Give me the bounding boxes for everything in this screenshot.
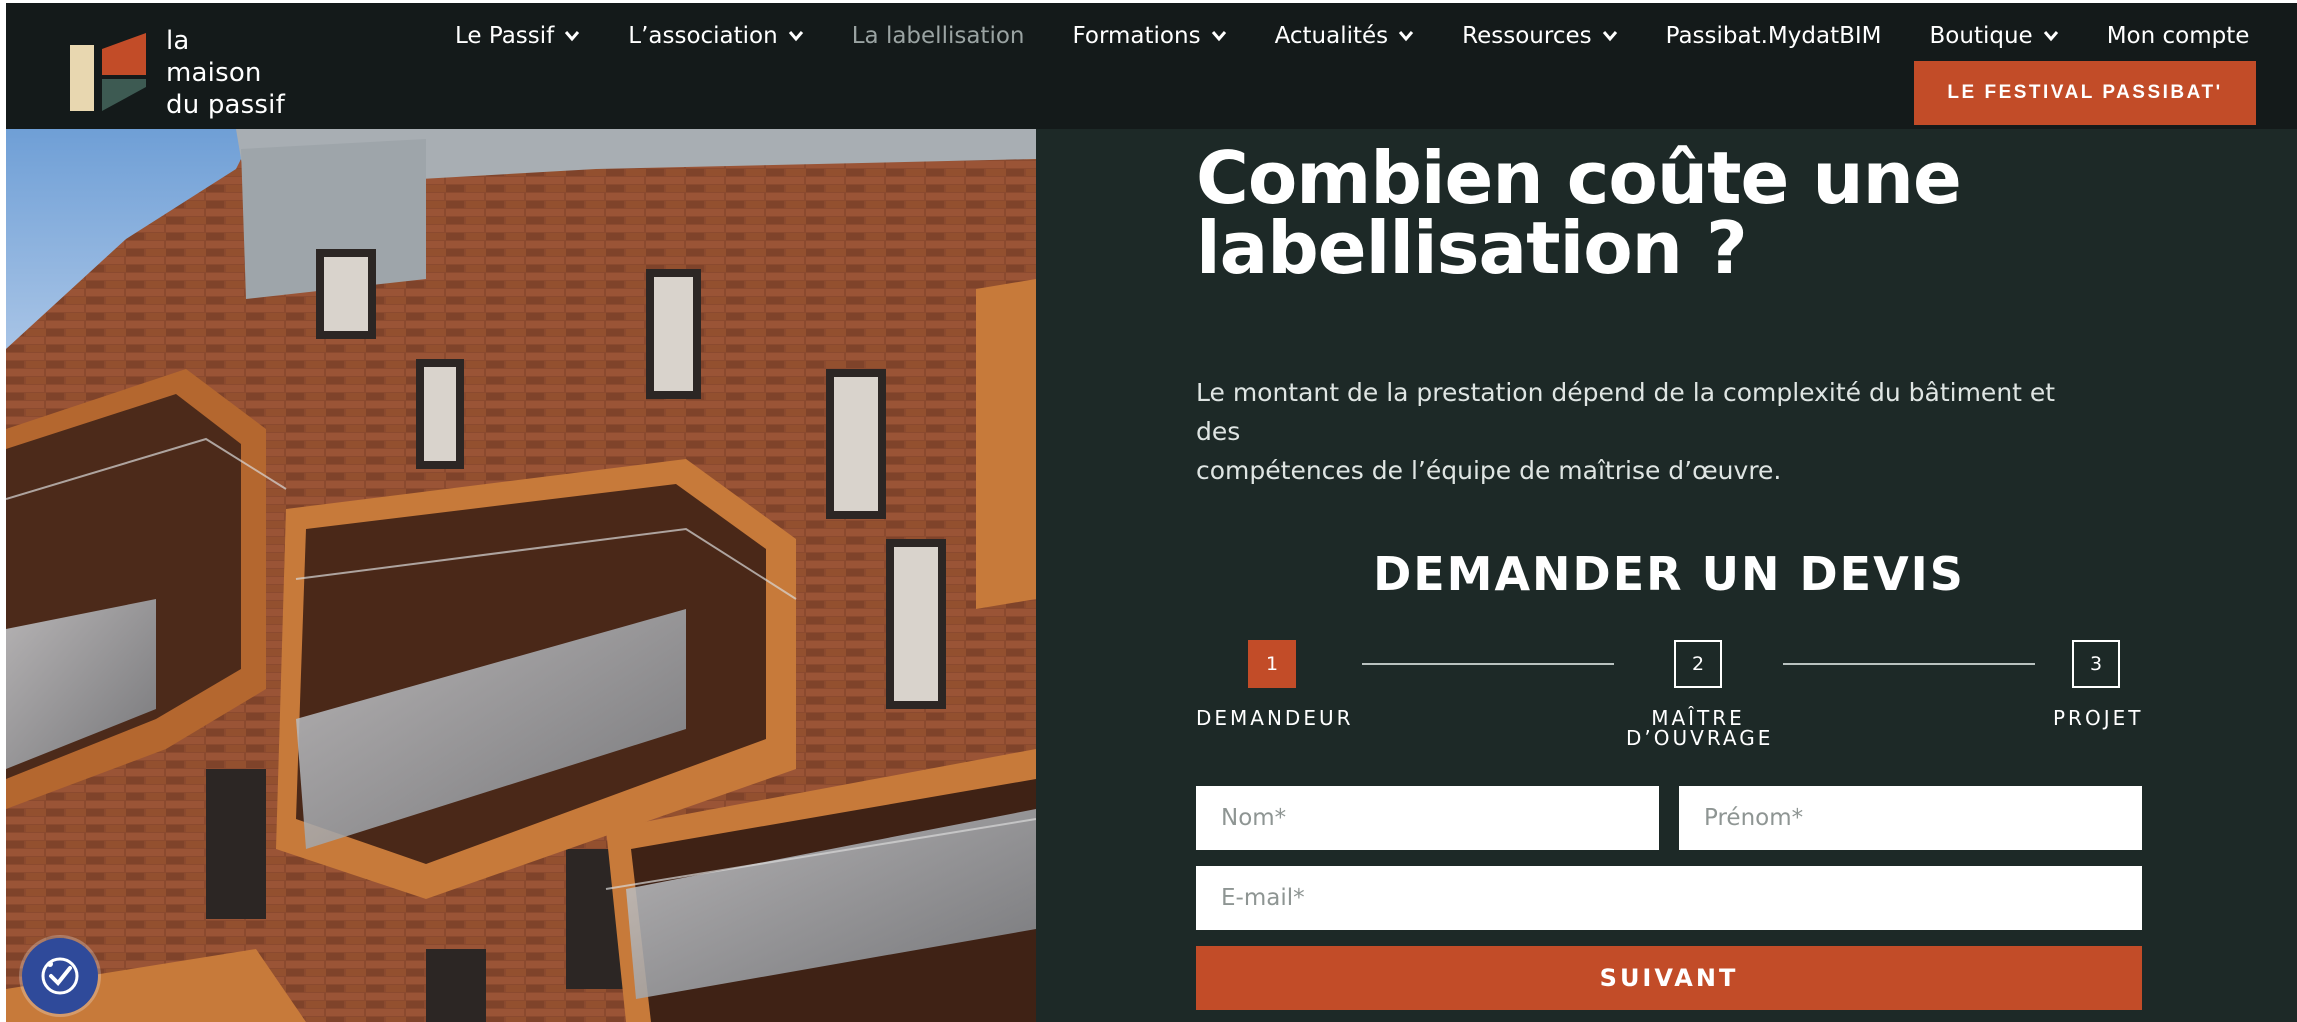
form-title: DEMANDER UN DEVIS: [1373, 547, 1965, 601]
step-3-indicator: 3: [2072, 640, 2120, 688]
nav-item-label: Ressources: [1462, 23, 1592, 49]
chevron-down-icon: [2043, 31, 2058, 42]
chevron-down-icon: [1211, 31, 1226, 42]
email-input[interactable]: [1196, 866, 2142, 930]
hero-building-image: [6, 129, 1036, 1022]
nav-item-label: Mon compte: [2106, 23, 2250, 49]
logo-line: la: [166, 26, 190, 56]
step-3-label: PROJET: [2053, 708, 2143, 728]
intro-line: Le montant de la prestation dépend de la…: [1196, 378, 2056, 446]
step-connector: [1783, 663, 2035, 665]
nav-item-label: Le Passif: [455, 23, 555, 49]
nav-item-le-passif[interactable]: Le Passif: [455, 23, 580, 49]
step-2-label: MAÎTRE D’OUVRAGE: [1626, 708, 1770, 748]
nav-item-passibat-mydatbim[interactable]: Passibat.MydatBIM: [1666, 23, 1882, 49]
page-title-line: labellisation ?: [1196, 206, 1748, 290]
nav-item-label: Actualités: [1274, 23, 1389, 49]
intro-text: Le montant de la prestation dépend de la…: [1196, 373, 2096, 490]
page-title-line: Combien coûte une: [1196, 136, 1962, 220]
nav-item-mon-compte[interactable]: Mon compte: [2107, 23, 2250, 49]
next-step-button[interactable]: SUIVANT: [1196, 946, 2142, 1010]
site-logo[interactable]: la maison du passif: [64, 15, 285, 120]
nav-item-label: Formations: [1072, 23, 1201, 49]
logo-text: la maison du passif: [166, 25, 306, 121]
chevron-down-icon: [565, 31, 580, 42]
prenom-input[interactable]: [1679, 786, 2142, 850]
nav-item-label: L’association: [628, 23, 778, 49]
step-label-line: DEMANDEUR: [1196, 706, 1354, 730]
step-label-line: PROJET: [2053, 706, 2144, 730]
nav-item-label: Boutique: [1929, 23, 2033, 49]
logo-line: maison: [166, 58, 262, 88]
step-2-indicator: 2: [1674, 640, 1722, 688]
nav-item-actualites[interactable]: Actualités: [1275, 23, 1415, 49]
nav-item-association[interactable]: L’association: [628, 23, 803, 49]
intro-line: compétences de l’équipe de maîtrise d’œu…: [1196, 456, 1782, 485]
nav-item-ressources[interactable]: Ressources: [1462, 23, 1617, 49]
building-facade-illustration: [6, 129, 1036, 1022]
nav-item-formations[interactable]: Formations: [1072, 23, 1226, 49]
nav-item-label: La labellisation: [851, 23, 1025, 49]
chevron-down-icon: [1602, 31, 1617, 42]
step-1-indicator: 1: [1248, 640, 1296, 688]
accessibility-button[interactable]: [22, 938, 98, 1014]
main-nav: Le Passif L’association La labellisation…: [455, 19, 2249, 53]
chevron-down-icon: [1399, 31, 1414, 42]
step-connector: [1362, 663, 1614, 665]
nav-item-labellisation[interactable]: La labellisation: [852, 23, 1025, 49]
step-label-line: D’OUVRAGE: [1626, 726, 1774, 750]
festival-passibat-button[interactable]: LE FESTIVAL PASSIBAT': [1914, 61, 2256, 125]
step-1-label: DEMANDEUR: [1196, 708, 1354, 728]
nom-input[interactable]: [1196, 786, 1659, 850]
accessibility-check-icon: [41, 957, 79, 995]
site-header: la maison du passif Le Passif L’associat…: [6, 3, 2297, 129]
nav-item-boutique[interactable]: Boutique: [1930, 23, 2059, 49]
logo-line: du passif: [166, 90, 285, 120]
nav-item-label: Passibat.MydatBIM: [1665, 23, 1882, 49]
quote-panel: Combien coûte une labellisation ? Le mon…: [1036, 129, 2297, 1022]
chevron-down-icon: [788, 31, 803, 42]
step-label-line: MAÎTRE: [1651, 706, 1745, 730]
page-title: Combien coûte une labellisation ?: [1196, 136, 2096, 290]
logo-mark-icon: [70, 33, 146, 111]
